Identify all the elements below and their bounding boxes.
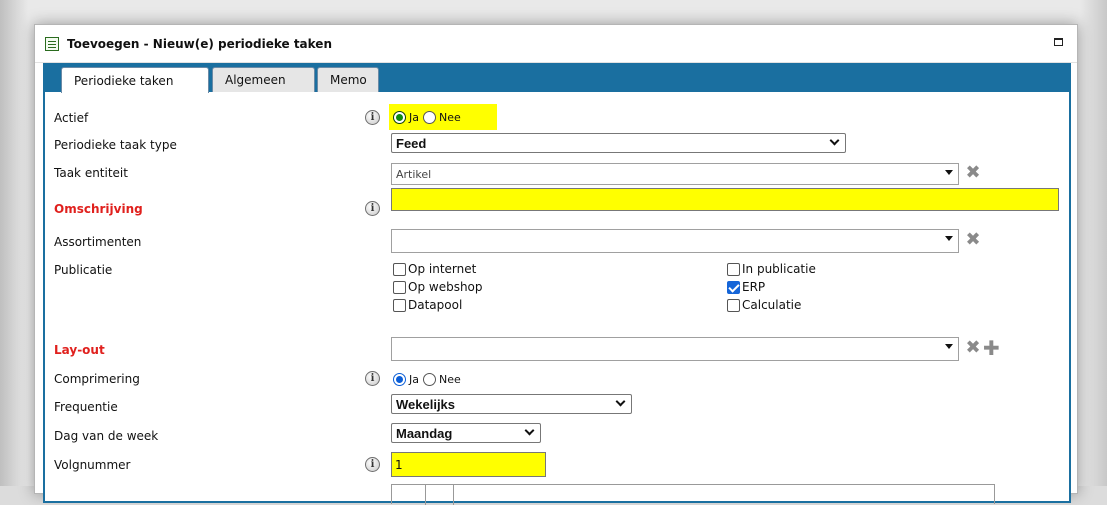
tab-memo[interactable]: Memo — [317, 67, 379, 92]
label-layout: Lay-out — [54, 343, 105, 357]
op-internet-label: Op internet — [408, 262, 477, 276]
layout-select[interactable] — [391, 337, 959, 361]
label-comprimering: Comprimering — [54, 372, 140, 386]
tab-algemeen[interactable]: Algemeen — [212, 67, 315, 92]
label-frequentie: Frequentie — [54, 400, 118, 414]
calculatie-label: Calculatie — [742, 298, 802, 312]
row-omschrijving: Omschrijving i — [45, 188, 1069, 220]
in-publicatie-checkbox[interactable] — [727, 262, 740, 276]
publicatie-op-internet[interactable]: Op internet — [393, 261, 476, 277]
window-titlebar: Toevoegen - Nieuw(e) periodieke taken — [35, 25, 1077, 63]
tab-periodieke-taken[interactable]: Periodieke taken — [61, 67, 209, 93]
taak-entiteit-select[interactable]: Artikel — [391, 163, 959, 185]
actief-nee-label: Nee — [439, 110, 461, 124]
comprimering-radio-group: Ja Nee — [389, 368, 469, 390]
actief-ja-label: Ja — [409, 110, 419, 124]
calculatie-checkbox[interactable] — [727, 298, 740, 312]
row-taak-entiteit: Taak entiteit Artikel ✖ — [45, 162, 1069, 185]
op-webshop-checkbox[interactable] — [393, 280, 406, 294]
label-taak-entiteit: Taak entiteit — [54, 166, 128, 180]
row-actief: Actief i Ja Nee — [45, 104, 1069, 130]
op-webshop-label: Op webshop — [408, 280, 483, 294]
datapool-checkbox[interactable] — [393, 298, 406, 312]
erp-label: ERP — [742, 280, 766, 294]
comprimering-ja-label: Ja — [409, 372, 419, 386]
row-volgnummer: Volgnummer i 1 — [45, 452, 1069, 477]
publicatie-datapool[interactable]: Datapool — [393, 297, 462, 313]
omschrijving-input[interactable] — [391, 188, 1059, 211]
row-publicatie: Publicatie Op internet In publicatie Op … — [45, 259, 1069, 319]
actief-nee-radio[interactable] — [423, 110, 436, 124]
chevron-down-icon — [524, 425, 535, 436]
dag-select[interactable]: Maandag — [391, 423, 541, 443]
chevron-down-icon — [829, 135, 840, 146]
publicatie-erp[interactable]: ERP — [727, 279, 765, 295]
actief-radio-group: Ja Nee — [389, 104, 497, 130]
dag-value: Maandag — [396, 425, 453, 441]
info-icon[interactable]: i — [365, 110, 380, 125]
clear-x-icon[interactable]: ✖ — [965, 231, 981, 249]
erp-checkbox[interactable] — [727, 280, 740, 294]
datapool-label: Datapool — [408, 298, 463, 312]
row-taak-type: Periodieke taak type Feed — [45, 133, 1069, 156]
dialog-window: Toevoegen - Nieuw(e) periodieke taken Pe… — [34, 24, 1078, 505]
clear-x-icon[interactable]: ✖ — [965, 339, 981, 357]
frequentie-value: Wekelijks — [396, 396, 456, 412]
row-layout: Lay-out ✖ ✚ — [45, 337, 1069, 361]
taak-type-value: Feed — [396, 135, 427, 151]
taak-type-select[interactable]: Feed — [391, 133, 846, 153]
info-icon[interactable]: i — [365, 201, 380, 216]
row-assortimenten: Assortimenten ✖ — [45, 229, 1069, 253]
publicatie-calculatie[interactable]: Calculatie — [727, 297, 801, 313]
caret-down-icon — [945, 236, 953, 241]
label-assortimenten: Assortimenten — [54, 235, 142, 249]
label-taak-type: Periodieke taak type — [54, 138, 177, 152]
label-dag: Dag van de week — [54, 429, 159, 443]
tab-bar: Periodieke taken Algemeen Memo — [45, 63, 1069, 93]
frequentie-select[interactable]: Wekelijks — [391, 394, 632, 414]
partial-cell — [392, 485, 426, 505]
publicatie-in-publicatie[interactable]: In publicatie — [727, 261, 816, 277]
volgnummer-input[interactable]: 1 — [391, 452, 546, 477]
label-publicatie: Publicatie — [54, 263, 113, 277]
assortimenten-select[interactable] — [391, 229, 959, 253]
label-actief: Actief — [54, 111, 89, 125]
op-internet-checkbox[interactable] — [393, 262, 406, 276]
caret-down-icon — [945, 344, 953, 349]
in-publicatie-label: In publicatie — [742, 262, 816, 276]
add-plus-icon[interactable]: ✚ — [983, 338, 1000, 358]
maximize-icon[interactable] — [1054, 38, 1063, 46]
publicatie-op-webshop[interactable]: Op webshop — [393, 279, 483, 295]
row-comprimering: Comprimering i Ja Nee — [45, 368, 1069, 390]
window-title: Toevoegen - Nieuw(e) periodieke taken — [67, 36, 332, 51]
label-omschrijving: Omschrijving — [54, 202, 143, 216]
info-icon[interactable]: i — [365, 457, 380, 472]
clear-x-icon[interactable]: ✖ — [965, 164, 981, 182]
partial-cell — [426, 485, 454, 505]
tab-content-panel: Periodieke taken Algemeen Memo Actief i … — [43, 63, 1071, 505]
comprimering-nee-radio[interactable] — [423, 372, 436, 386]
row-frequentie: Frequentie Wekelijks — [45, 394, 1069, 418]
info-icon[interactable]: i — [365, 371, 380, 386]
caret-down-icon — [945, 170, 953, 175]
label-volgnummer: Volgnummer — [54, 458, 131, 472]
comprimering-nee-label: Nee — [439, 372, 461, 386]
comprimering-ja-radio[interactable] — [393, 372, 406, 386]
next-row-partial — [391, 484, 995, 505]
row-dag: Dag van de week Maandag — [45, 423, 1069, 447]
actief-ja-radio[interactable] — [393, 110, 406, 124]
form-icon — [45, 36, 59, 51]
taak-entiteit-value: Artikel — [396, 167, 432, 181]
chevron-down-icon — [615, 396, 626, 407]
